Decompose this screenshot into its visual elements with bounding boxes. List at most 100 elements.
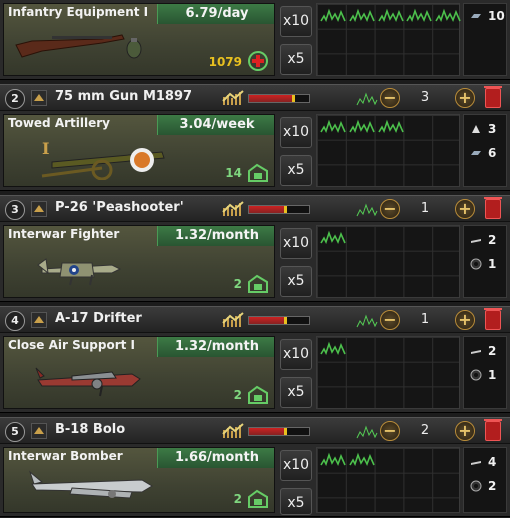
resource-aluminium: 2 [466,230,504,250]
tungsten-icon [472,125,480,133]
factory-sparkline-icon [320,341,346,355]
equipment-type-label: Interwar Fighter [8,227,120,241]
remove-factory-button[interactable]: − [380,421,400,441]
production-line-2-header[interactable]: 2 75 mm Gun M1897 − 3 + [0,84,510,111]
factory-sparkline-icon [435,8,461,22]
efficiency-icon [222,89,244,107]
efficiency-bar-marker [284,317,287,324]
steel-icon [471,14,481,18]
x10-button[interactable]: x10 [280,117,312,148]
equipment-card[interactable]: Interwar Bomber 1.66/month 2 [3,447,275,513]
move-up-button[interactable] [31,423,47,439]
priority-badge: 2 [5,89,25,109]
add-factory-button[interactable]: + [455,421,475,441]
x5-button[interactable]: x5 [280,266,312,297]
resource-steel: 10 [466,6,505,26]
move-up-button[interactable] [31,90,47,106]
efficiency-bar [248,427,310,436]
x10-button[interactable]: x10 [280,228,312,259]
equipment-card[interactable]: Towed Artillery 3.04/week I 14 [3,114,275,187]
stockpile-warning-icon [248,51,268,71]
factory-sparkline-icon [377,8,404,22]
production-line-2[interactable]: Towed Artillery 3.04/week I 14 x10 x5 3 … [0,111,510,191]
efficiency-bar-marker [284,206,287,213]
delete-line-button[interactable] [484,308,502,330]
stockpile-amount: 2 [233,388,242,402]
fighter-art [37,258,122,286]
production-line-3-header[interactable]: 3 P-26 'Peashooter' − 1 + [0,195,510,222]
equipment-type-label: Towed Artillery [8,116,110,130]
factory-grid [316,336,460,409]
priority-badge: 4 [5,311,25,331]
factory-count: 1 [420,201,430,216]
production-line-5-header[interactable]: 5 B-18 Bolo − 2 + [0,417,510,444]
factory-icon [248,163,268,182]
cas-art [35,367,141,397]
move-up-button[interactable] [31,312,47,328]
delete-line-button[interactable] [484,419,502,441]
factory-icon [248,274,268,293]
priority-badge: 3 [5,200,25,220]
delete-line-button[interactable] [484,86,502,108]
aluminium-icon [471,239,481,243]
x5-button[interactable]: x5 [280,488,312,515]
factory-sparkline-icon [349,452,375,466]
equipment-card[interactable]: Close Air Support I 1.32/month 2 [3,336,275,409]
production-line-5[interactable]: Interwar Bomber 1.66/month 2 x10 x5 4 2 [0,444,510,517]
production-line-1[interactable]: Infantry Equipment I 6.79/day 1079 x10 x… [0,0,510,80]
resource-rubber: 2 [466,476,504,496]
delete-line-button[interactable] [484,197,502,219]
production-line-3[interactable]: Interwar Fighter 1.32/month 2 x10 x5 2 1 [0,222,510,302]
factory-sparkline-icon [320,119,346,133]
production-chart-icon [356,425,378,439]
aluminium-icon [471,350,481,354]
x5-button[interactable]: x5 [280,155,312,186]
resources-panel: 3 6 [463,114,507,187]
add-factory-button[interactable]: + [455,310,475,330]
resource-aluminium: 2 [466,341,504,361]
factory-sparkline-icon [320,452,346,466]
steel-icon [471,151,481,155]
remove-factory-button[interactable]: − [380,88,400,108]
equipment-card[interactable]: Infantry Equipment I 6.79/day 1079 [3,3,275,76]
efficiency-bar-marker [284,428,287,435]
resource-steel: 6 [466,143,504,163]
x5-button[interactable]: x5 [280,44,312,75]
resources-panel: 10 [463,3,507,76]
efficiency-icon [222,422,244,440]
factory-icon [248,489,268,508]
x5-button[interactable]: x5 [280,377,312,408]
x10-button[interactable]: x10 [280,6,312,37]
factory-sparkline-icon [349,8,375,22]
efficiency-bar [248,205,310,214]
equipment-card[interactable]: Interwar Fighter 1.32/month 2 [3,225,275,298]
rubber-icon [470,369,482,381]
factory-count: 1 [420,312,430,327]
stockpile-amount: 2 [233,277,242,291]
resource-rubber: 1 [466,254,504,274]
move-up-button[interactable] [31,201,47,217]
remove-factory-button[interactable]: − [380,199,400,219]
add-factory-button[interactable]: + [455,88,475,108]
factory-grid [316,447,460,513]
stockpile-amount: 14 [225,166,242,180]
equipment-name: A-17 Drifter [55,311,142,326]
resources-panel: 2 1 [463,336,507,409]
efficiency-icon [222,200,244,218]
efficiency-bar [248,94,310,103]
factory-count: 2 [420,423,430,438]
production-chart-icon [356,203,378,217]
rubber-icon [470,480,482,492]
remove-factory-button[interactable]: − [380,310,400,330]
add-factory-button[interactable]: + [455,199,475,219]
factory-sparkline-icon [320,230,346,244]
production-line-4[interactable]: Close Air Support I 1.32/month 2 x10 x5 … [0,333,510,413]
x10-button[interactable]: x10 [280,339,312,370]
production-line-4-header[interactable]: 4 A-17 Drifter − 1 + [0,306,510,333]
x10-button[interactable]: x10 [280,450,312,481]
factory-sparkline-icon [377,119,404,133]
resources-panel: 4 2 [463,447,507,513]
efficiency-bar-fill [249,95,293,102]
stockpile-amount: 1079 [208,55,242,69]
factory-sparkline-icon [349,119,375,133]
